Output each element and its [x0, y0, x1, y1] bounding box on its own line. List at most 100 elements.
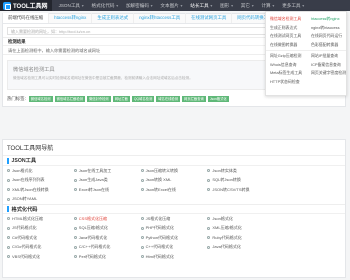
tool-link	[274, 233, 341, 243]
tag-item[interactable]: 网页拦截查询	[182, 96, 206, 102]
nav-item-more[interactable]: 更多工具▼	[282, 3, 305, 9]
tab-htaccess-nginx[interactable]: htaccess转nginx	[49, 13, 93, 23]
tool-link[interactable]: JS格式化压缩	[140, 214, 208, 224]
tool-link[interactable]: Json格式化	[7, 166, 74, 176]
tool-link[interactable]: Json格式化	[207, 214, 274, 224]
category-marker	[7, 206, 9, 212]
bullet-icon	[140, 226, 144, 230]
tool-link[interactable]: CSS格式化压缩	[73, 214, 141, 224]
tool-link[interactable]: C/C++代码格式化	[73, 243, 141, 253]
tag-item[interactable]: Json格式化	[207, 96, 229, 102]
nav-item-other[interactable]: 其它▼	[241, 3, 255, 9]
bullet-icon	[207, 245, 211, 249]
dropdown-menu-item[interactable]: htaccess转nginx	[307, 15, 346, 24]
bullet-icon	[140, 169, 144, 173]
tool-link[interactable]: HTML格式化压缩	[7, 214, 74, 224]
tool-link[interactable]: C/Go代码格式化	[7, 243, 74, 253]
dropdown-menu-item[interactable]: 网站IP批量查询	[307, 52, 346, 61]
dropdown-menu-item[interactable]: HTTP状态码检查	[266, 78, 305, 87]
bullet-icon	[7, 236, 10, 240]
tool-link[interactable]: Json压缩转义转换	[140, 166, 208, 176]
tab-regex[interactable]: 生成正则表达式	[92, 13, 135, 23]
tool-link[interactable]: SQL转Json转换	[207, 176, 274, 186]
tab-nginx-htaccess[interactable]: nginx转htaccess工具	[134, 13, 187, 23]
dropdown-menu-item[interactable]: 微信域名检测工具	[266, 15, 305, 24]
dropdown-menu-item[interactable]: Meta标签生成工具	[266, 69, 305, 78]
tool-link[interactable]: XML压缩/格式化	[207, 224, 274, 234]
directory-title: TOOL工具网导航	[3, 140, 345, 156]
tag-item[interactable]: 微信封杀检测	[86, 96, 111, 102]
tool-link[interactable]: C#代码格式化	[7, 233, 74, 243]
bullet-icon	[73, 169, 77, 173]
tool-link[interactable]: Json转换 XML	[140, 176, 208, 186]
dropdown-menu-item[interactable]: 网址Gzip压缩检测	[266, 52, 305, 61]
tool-link[interactable]: Json转实体类	[207, 166, 274, 176]
tool-link[interactable]: JS代码格式化	[7, 224, 74, 234]
tag-item[interactable]: 网址拦截	[112, 96, 130, 102]
tool-link	[74, 195, 141, 205]
tool-link[interactable]: Json生成Java类	[73, 176, 141, 186]
dropdown-menu-item[interactable]: 网页关键字密度检测	[307, 69, 346, 78]
site-logo[interactable]: TOOL工具网	[0, 0, 52, 11]
nav-item-format[interactable]: 格式化代码▼	[91, 3, 118, 9]
bullet-icon	[73, 255, 77, 259]
tool-link[interactable]: XML转Json在线转换	[7, 185, 74, 195]
dropdown-menu-item[interactable]: 在线网页代码运行	[307, 32, 346, 41]
bullet-icon	[7, 217, 10, 221]
nav-item-webmaster[interactable]: 站长工具▼	[190, 3, 213, 9]
tool-link	[207, 252, 274, 262]
tool-link	[274, 214, 341, 224]
bullet-icon	[207, 169, 211, 173]
category-marker	[7, 157, 9, 164]
bullet-icon	[7, 197, 10, 201]
tool-link[interactable]: Ruby代码格式化	[207, 233, 274, 243]
tag-item[interactable]: 微信域名拦截检测	[54, 96, 85, 102]
tag-item[interactable]: 域名在线检测	[156, 96, 181, 102]
tab-compress[interactable]: 前端代码在线压缩	[3, 13, 50, 23]
tool-link[interactable]: Python代码格式化	[140, 233, 208, 243]
tag-item[interactable]: QQ域名检测	[131, 96, 155, 102]
tool-link	[141, 195, 208, 205]
bullet-icon	[140, 255, 144, 259]
tool-link[interactable]: Json转Excel在线	[140, 185, 208, 195]
tool-link[interactable]: Excel转Json在线	[73, 185, 141, 195]
nav-item-encode[interactable]: 加解密编码▼	[126, 3, 153, 9]
nav-item-calc[interactable]: 计算▼	[261, 3, 275, 9]
tool-link[interactable]: C++代码格式化	[140, 243, 208, 253]
dropdown-menu-item[interactable]: 色彩搭配转换器	[307, 41, 346, 50]
bullet-icon	[140, 188, 144, 192]
bullet-icon	[73, 178, 77, 182]
nav-item-json[interactable]: JSON工具▼	[59, 3, 85, 9]
dropdown-items: 微信域名检测工具 htaccess转nginx 生成正则表达式 nginx转htacc…	[266, 15, 346, 86]
tool-link[interactable]: Java代码格式化	[73, 233, 141, 243]
bullet-icon	[207, 236, 211, 240]
tool-link[interactable]: Perl代码格式化	[73, 252, 141, 262]
bullet-icon	[73, 188, 77, 192]
bullet-icon	[140, 178, 144, 182]
tool-link[interactable]: Json在线工具加工	[73, 166, 141, 176]
tool-link[interactable]: PHP代码格式化	[140, 224, 208, 234]
tool-link	[274, 243, 341, 253]
menu-divider	[266, 50, 346, 51]
tag-item[interactable]: 微信域名检测	[28, 96, 53, 102]
dropdown-menu-item[interactable]: 生成正则表达式	[266, 24, 305, 33]
chevron-down-icon: ▼	[250, 3, 255, 8]
tool-link[interactable]: Html代码格式化	[140, 252, 208, 262]
tool-link[interactable]: VBS代码格式化	[7, 252, 74, 262]
dropdown-menu-item[interactable]: nginx转htaccess	[307, 24, 346, 33]
tab-web-test[interactable]: 在线测试网页工具	[186, 13, 233, 23]
dropdown-menu-item[interactable]: 在线测试网页工具	[266, 32, 305, 41]
bullet-icon	[7, 255, 10, 259]
dropdown-menu-item[interactable]: 在线做图转换器	[266, 41, 305, 50]
tool-link[interactable]: JSON转CSV/TS转换	[207, 185, 274, 195]
tool-link[interactable]: JSON转YAML	[7, 195, 74, 205]
dropdown-menu-item[interactable]: Whois信息查询	[266, 61, 305, 70]
nav-item-text-image[interactable]: 文本图片▼	[160, 3, 183, 9]
tool-link[interactable]: SQL压缩/格式化	[73, 224, 141, 234]
tool-link[interactable]: Java代码格式化	[207, 243, 274, 253]
chevron-down-icon: ▼	[149, 3, 154, 8]
bullet-icon	[207, 226, 211, 230]
tool-link[interactable]: Json在线序列列表	[7, 176, 74, 186]
dropdown-menu-item[interactable]: ICP备案信息查询	[307, 61, 346, 70]
nav-item-graphics[interactable]: 图形▼	[220, 3, 234, 9]
